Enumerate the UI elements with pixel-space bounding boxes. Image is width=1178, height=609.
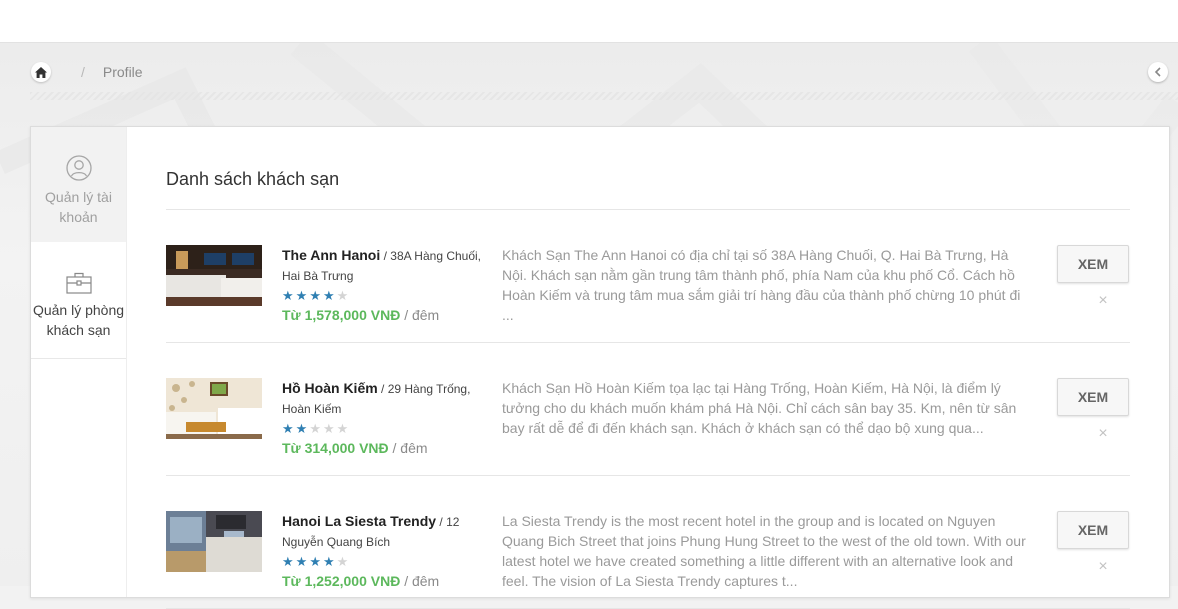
hotel-price: Từ 314,000 VNĐ [282,440,389,456]
hotel-description: Khách Sạn Hồ Hoàn Kiếm tọa lạc tại Hàng … [502,380,1017,436]
hotel-description: La Siesta Trendy is the most recent hote… [502,513,1026,589]
sidebar-item-label: Quản lý phòng khách sạn [32,302,125,338]
hotel-info: Hanoi La Siesta Trendy / 12 Nguyễn Quang… [282,511,492,591]
star-filled-icon: ★ [282,554,296,569]
star-rating: ★★★★★ [282,420,492,438]
view-button[interactable]: XEM [1057,245,1129,283]
home-icon[interactable] [31,62,51,82]
main-content: Danh sách khách sạn The Ann Hanoi / 38A … [166,127,1130,609]
page-title: Danh sách khách sạn [166,169,340,189]
hotel-info: Hồ Hoàn Kiếm / 29 Hàng Trống, Hoàn Kiếm … [282,378,492,458]
star-filled-icon: ★ [295,421,310,436]
star-empty-icon: ★ [322,421,337,436]
view-button[interactable]: XEM [1057,378,1129,416]
star-filled-icon: ★ [322,554,337,569]
delete-icon[interactable]: × [1097,426,1109,442]
star-empty-icon: ★ [336,554,351,569]
hotel-name[interactable]: Hanoi La Siesta Trendy [282,513,436,529]
hotel-price: Từ 1,252,000 VNĐ [282,573,401,589]
hotel-description: Khách Sạn The Ann Hanoi có địa chỉ tại s… [502,247,1021,323]
sidebar-item-label: Quản lý tài khoản [45,189,112,225]
breadcrumb: / Profile [31,62,143,82]
star-rating: ★★★★★ [282,287,492,305]
price-unit: / đêm [404,573,440,589]
breadcrumb-separator: / [81,64,85,80]
profile-panel: Quản lý tài khoản Quản lý phòng khách sạ… [30,126,1170,609]
star-filled-icon: ★ [309,288,323,303]
user-circle-icon [65,155,92,181]
hotel-item: The Ann Hanoi / 38A Hàng Chuối, Hai Bà T… [166,210,1130,343]
hotel-info: The Ann Hanoi / 38A Hàng Chuối, Hai Bà T… [282,245,492,325]
hotel-name[interactable]: Hồ Hoàn Kiếm [282,380,378,396]
collapse-button[interactable] [1148,62,1168,82]
price-unit: / đêm [404,307,440,323]
star-empty-icon: ★ [309,421,323,436]
top-bar [0,0,1178,43]
sidebar-item-hotel-rooms[interactable]: Quản lý phòng khách sạn [31,242,126,359]
hotel-item: Hanoi La Siesta Trendy / 12 Nguyễn Quang… [166,476,1130,609]
hotel-thumbnail [166,245,262,306]
chevron-left-icon [1154,67,1161,77]
hotel-price: Từ 1,578,000 VNĐ [282,307,401,323]
star-filled-icon: ★ [295,288,310,303]
star-filled-icon: ★ [309,554,323,569]
star-filled-icon: ★ [322,288,337,303]
star-filled-icon: ★ [282,421,296,436]
view-button[interactable]: XEM [1057,511,1129,549]
star-empty-icon: ★ [336,288,351,303]
hotel-thumbnail [166,511,262,572]
delete-icon[interactable]: × [1097,559,1109,575]
star-filled-icon: ★ [295,554,310,569]
hotel-name[interactable]: The Ann Hanoi [282,247,380,263]
delete-icon[interactable]: × [1097,293,1109,309]
price-unit: / đêm [392,440,428,456]
briefcase-icon [65,272,92,294]
star-filled-icon: ★ [282,288,296,303]
sidebar: Quản lý tài khoản Quản lý phòng khách sạ… [31,127,127,597]
decorative-hatch [30,92,1178,100]
hotel-thumbnail [166,378,262,439]
star-rating: ★★★★★ [282,553,492,571]
breadcrumb-current: Profile [102,64,143,80]
hotel-item: Hồ Hoàn Kiếm / 29 Hàng Trống, Hoàn Kiếm … [166,343,1130,476]
sidebar-item-account[interactable]: Quản lý tài khoản [31,127,126,242]
star-empty-icon: ★ [336,421,351,436]
